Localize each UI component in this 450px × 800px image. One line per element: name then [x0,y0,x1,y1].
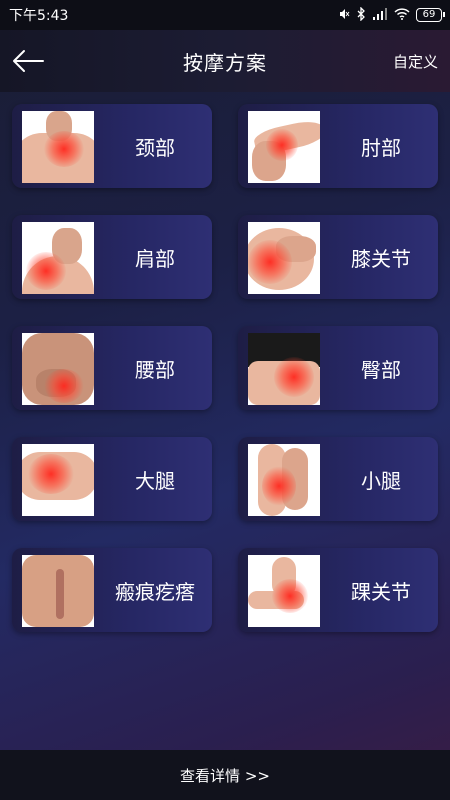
back-arrow-icon [13,50,44,72]
plan-card-waist[interactable]: 腰部 [12,326,212,410]
plan-label: 颈部 [135,135,175,160]
shoulder-image [22,222,94,294]
battery-indicator: 69 [416,8,445,22]
thigh-image [22,444,94,516]
plan-label: 肘部 [361,135,401,160]
buttocks-image [248,333,320,405]
plan-card-buttocks[interactable]: 臀部 [238,326,438,410]
custom-button[interactable]: 自定义 [393,51,438,72]
elbow-image [248,111,320,183]
plan-label: 瘢痕疙瘩 [115,579,195,604]
plan-card-knee[interactable]: 膝关节 [238,215,438,299]
plan-card-ankle[interactable]: 踝关节 [238,548,438,632]
back-button[interactable] [10,44,46,78]
view-details-button[interactable]: 查看详情 >> [0,750,450,800]
keloid-image [22,555,94,627]
status-icons: 69 [336,5,445,24]
neck-image [22,111,94,183]
wifi-icon [394,7,410,23]
plan-label: 肩部 [135,246,175,271]
plan-label: 大腿 [135,468,175,493]
plan-label: 臀部 [361,357,401,382]
status-time: 下午5:43 [9,8,69,24]
plan-label: 腰部 [135,357,175,382]
plan-card-elbow[interactable]: 肘部 [238,104,438,188]
plan-card-thigh[interactable]: 大腿 [12,437,212,521]
plan-label: 小腿 [361,468,401,493]
massage-plan-grid: 颈部 肘部 肩部 膝关节 腰部 臀部 大腿 小腿 瘢痕疙瘩 踝关节 [12,104,440,632]
plan-label: 膝关节 [351,246,411,271]
plan-label: 踝关节 [351,579,411,604]
app-header: 按摩方案 自定义 [0,30,450,92]
signal-icon [372,7,388,23]
knee-image [248,222,320,294]
ankle-image [248,555,320,627]
plan-card-calf[interactable]: 小腿 [238,437,438,521]
plan-card-neck[interactable]: 颈部 [12,104,212,188]
plan-card-shoulder[interactable]: 肩部 [12,215,212,299]
plan-card-keloid[interactable]: 瘢痕疙瘩 [12,548,212,632]
calf-image [248,444,320,516]
waist-image [22,333,94,405]
page-title: 按摩方案 [183,50,267,75]
bluetooth-icon [356,5,366,24]
status-bar: 下午5:43 69 [0,0,450,30]
mute-icon [336,7,350,24]
